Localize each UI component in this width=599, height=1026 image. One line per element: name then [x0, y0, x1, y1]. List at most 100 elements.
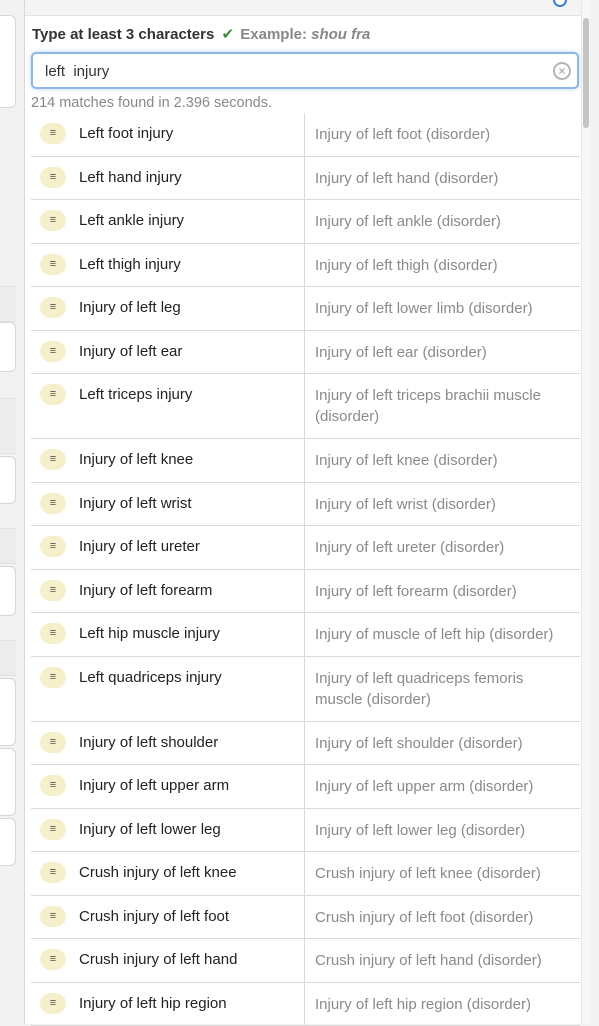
result-term-cell: ≡Injury of left hip region	[31, 983, 305, 1026]
result-description: Injury of left lower limb (disorder)	[305, 287, 580, 330]
result-row[interactable]: ≡Injury of left upper armInjury of left …	[31, 765, 580, 809]
hierarchy-icon[interactable]: ≡	[40, 732, 66, 753]
result-term-cell: ≡ Injury of left shoulder	[31, 722, 305, 765]
result-description: Injury of left knee (disorder)	[305, 439, 580, 482]
result-term-cell: ≡ Left triceps injury	[31, 374, 305, 438]
result-description: Injury of left hand (disorder)	[305, 157, 580, 200]
result-row[interactable]: ≡Injury of left hip regionInjury of left…	[31, 983, 580, 1026]
result-term: Left triceps injury	[79, 386, 192, 403]
result-row[interactable]: ≡ Left hand injury Injury of left hand (di…	[31, 157, 580, 201]
hierarchy-icon[interactable]: ≡	[40, 580, 66, 601]
hierarchy-icon[interactable]: ≡	[40, 949, 66, 970]
background-band	[0, 398, 16, 454]
result-row[interactable]: ≡Left triceps injuryInjury of left trice…	[31, 374, 580, 439]
hierarchy-icon[interactable]: ≡	[40, 493, 66, 514]
hierarchy-glyph: ≡	[50, 346, 56, 357]
hierarchy-icon[interactable]: ≡	[40, 384, 66, 405]
background-band	[0, 528, 16, 564]
result-row[interactable]: ≡Injury of left ureterInjury of left ure…	[31, 526, 580, 570]
scrollbar[interactable]	[581, 0, 590, 1024]
background-band	[0, 286, 16, 322]
result-row[interactable]: ≡ Injury of left shoulder Injury of left s…	[31, 722, 580, 766]
result-row[interactable]: ≡ Crush injury of left hand Crush injury o…	[31, 939, 580, 983]
result-description: Injury of left shoulder (disorder)	[305, 722, 580, 765]
search-box: ×	[31, 52, 579, 89]
result-row[interactable]: ≡Left quadriceps injuryInjury of left qu…	[31, 657, 580, 722]
result-term: Left quadriceps injury	[79, 669, 222, 686]
result-row[interactable]: ≡Injury of left wristInjury of left wris…	[31, 483, 580, 527]
hierarchy-icon[interactable]: ≡	[40, 775, 66, 796]
hierarchy-icon[interactable]: ≡	[40, 819, 66, 840]
hierarchy-icon[interactable]: ≡	[40, 667, 66, 688]
hierarchy-icon[interactable]: ≡	[40, 341, 66, 362]
hierarchy-glyph: ≡	[50, 389, 56, 400]
result-term-cell: ≡ Crush injury of left hand	[31, 939, 305, 982]
result-term-cell: ≡ Left hand injury	[31, 157, 305, 200]
search-hint: Type at least 3 characters ✔ Example: sh…	[32, 25, 370, 43]
hierarchy-icon[interactable]: ≡	[40, 297, 66, 318]
result-term: Left hip muscle injury	[79, 625, 220, 642]
example-label: Example:	[240, 26, 307, 43]
hierarchy-glyph: ≡	[50, 541, 56, 552]
panel-top-bar	[25, 0, 591, 16]
hierarchy-glyph: ≡	[50, 998, 56, 1009]
result-term: Crush injury of left foot	[79, 908, 229, 925]
search-input[interactable]	[45, 61, 545, 81]
result-row[interactable]: ≡ Left thigh injury Injury of left thigh (…	[31, 244, 580, 288]
match-count-status: 214 matches found in 2.396 seconds.	[31, 95, 272, 111]
result-term-cell: ≡Injury of left lower leg	[31, 809, 305, 852]
result-term: Left thigh injury	[79, 256, 181, 273]
results-table: ≡Left foot injuryInjury of left foot (di…	[31, 113, 580, 1026]
result-term: Injury of left ureter	[79, 538, 200, 555]
hierarchy-glyph: ≡	[50, 172, 56, 183]
result-term: Left hand injury	[79, 169, 182, 186]
result-description: Injury of left forearm (disorder)	[305, 570, 580, 613]
hierarchy-icon[interactable]: ≡	[40, 623, 66, 644]
result-description: Injury of left thigh (disorder)	[305, 244, 580, 287]
result-row[interactable]: ≡Left foot injuryInjury of left foot (di…	[31, 113, 580, 157]
result-row[interactable]: ≡Injury of left forearmInjury of left fo…	[31, 570, 580, 614]
result-description: Injury of left wrist (disorder)	[305, 483, 580, 526]
result-row[interactable]: ≡Injury of left earInjury of left ear (d…	[31, 331, 580, 375]
hierarchy-icon[interactable]: ≡	[40, 906, 66, 927]
hierarchy-glyph: ≡	[50, 302, 56, 313]
result-term-cell: ≡ Crush injury of left knee	[31, 852, 305, 895]
result-term: Injury of left ear	[79, 343, 182, 360]
clear-icon[interactable]: ×	[553, 62, 571, 80]
hierarchy-icon[interactable]: ≡	[40, 536, 66, 557]
result-description: Injury of muscle of left hip (disorder)	[305, 613, 580, 656]
result-term-cell: ≡Injury of left knee	[31, 439, 305, 482]
result-term: Injury of left leg	[79, 299, 181, 316]
result-term-cell: ≡Injury of left wrist	[31, 483, 305, 526]
help-icon[interactable]	[553, 0, 567, 7]
hierarchy-icon[interactable]: ≡	[40, 993, 66, 1014]
result-description: Crush injury of left hand (disorder)	[305, 939, 580, 982]
hierarchy-icon[interactable]: ≡	[40, 449, 66, 470]
result-row[interactable]: ≡ Left hip muscle injury Injury of muscle …	[31, 613, 580, 657]
hierarchy-icon[interactable]: ≡	[40, 254, 66, 275]
result-row[interactable]: ≡ Injury of left leg Injury of left lower …	[31, 287, 580, 331]
result-row[interactable]: ≡Left ankle injuryInjury of left ankle (…	[31, 200, 580, 244]
result-term: Crush injury of left knee	[79, 864, 237, 881]
result-description: Injury of left ankle (disorder)	[305, 200, 580, 243]
hierarchy-glyph: ≡	[50, 737, 56, 748]
result-row[interactable]: ≡ Crush injury of left kneeCrush injury o…	[31, 852, 580, 896]
result-row[interactable]: ≡Crush injury of left footCrush injury o…	[31, 896, 580, 940]
hierarchy-icon[interactable]: ≡	[40, 862, 66, 883]
result-row[interactable]: ≡Injury of left kneeInjury of left knee …	[31, 439, 580, 483]
hierarchy-glyph: ≡	[50, 585, 56, 596]
result-row[interactable]: ≡Injury of left lower legInjury of left …	[31, 809, 580, 853]
result-term: Crush injury of left hand	[79, 951, 237, 968]
example-value: shou fra	[311, 26, 370, 43]
hierarchy-icon[interactable]: ≡	[40, 167, 66, 188]
hierarchy-glyph: ≡	[50, 259, 56, 270]
result-term-cell: ≡Left ankle injury	[31, 200, 305, 243]
result-term-cell: ≡ Left quadriceps injury	[31, 657, 305, 721]
result-term-cell: ≡Injury of left forearm	[31, 570, 305, 613]
scrollbar-thumb[interactable]	[583, 18, 589, 128]
background-card	[0, 818, 16, 866]
hierarchy-icon[interactable]: ≡	[40, 210, 66, 231]
result-term: Injury of left shoulder	[79, 734, 218, 751]
hierarchy-icon[interactable]: ≡	[40, 123, 66, 144]
hierarchy-glyph: ≡	[50, 954, 56, 965]
